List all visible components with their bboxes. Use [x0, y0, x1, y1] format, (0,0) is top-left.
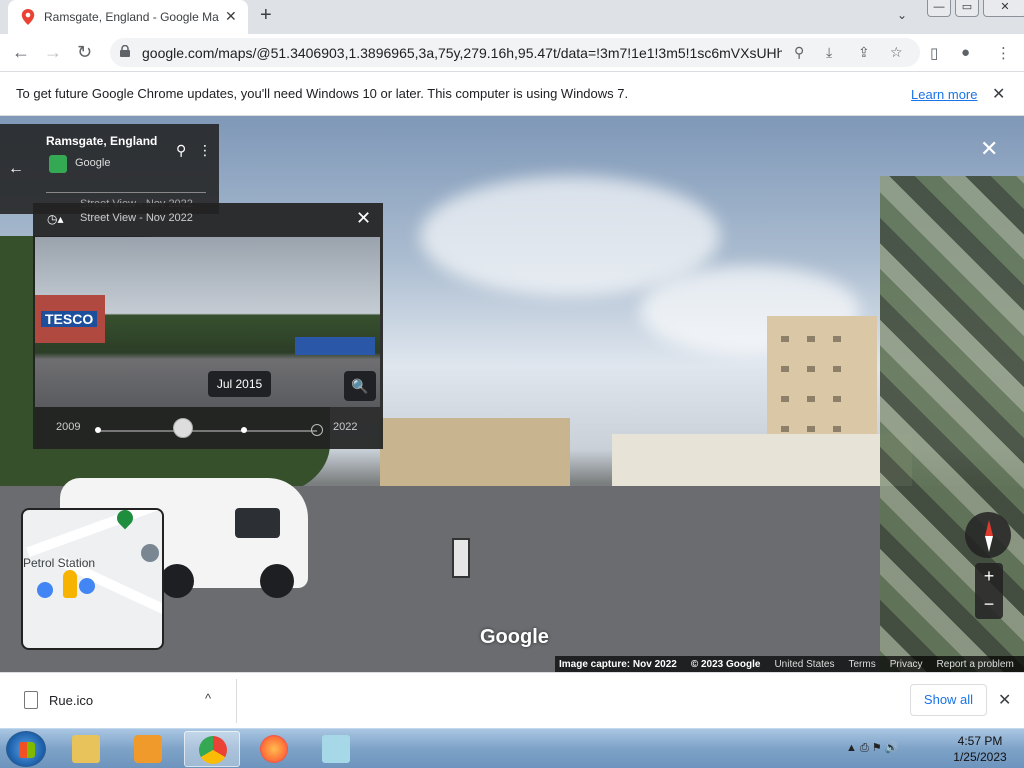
google-logo: Google	[480, 626, 549, 648]
privacy-link[interactable]: Privacy	[890, 659, 923, 670]
lock-icon	[120, 45, 130, 57]
address-bar[interactable]: google.com/maps/@51.3406903,1.3896965,3a…	[110, 38, 920, 67]
tab-title: Ramsgate, England - Google Ma	[44, 10, 219, 24]
clock-date: 1/25/2023	[953, 750, 1007, 764]
download-filename[interactable]: Rue.ico	[49, 693, 93, 708]
notepad-icon	[322, 735, 350, 763]
image-capture-date: Image capture: Nov 2022	[559, 658, 677, 670]
minimap[interactable]: Petrol Station	[21, 508, 164, 650]
google-maps-icon	[49, 155, 67, 173]
install-icon[interactable]: ⤓	[826, 44, 832, 61]
side-panel-icon[interactable]: ▯	[930, 44, 938, 62]
start-button[interactable]	[6, 731, 46, 767]
slider-end-marker[interactable]	[311, 424, 323, 436]
zoom-control: + −	[975, 563, 1003, 619]
taskbar: ▲ ⎙ ⚑ 🔊 4:57 PM 1/25/2023	[0, 728, 1024, 768]
new-tab-button[interactable]: +	[260, 4, 272, 27]
history-icon[interactable]: ◷▴	[47, 212, 64, 226]
show-all-button[interactable]: Show all	[910, 684, 987, 716]
star-icon[interactable]: ☆	[890, 44, 903, 61]
slider-knob[interactable]	[173, 418, 193, 438]
firefox-icon	[260, 735, 288, 763]
learn-more-link[interactable]: Learn more	[911, 87, 977, 102]
street-view-close-icon[interactable]: ✕	[980, 136, 998, 162]
year-end: 2022	[333, 421, 358, 433]
google-maps-icon	[21, 9, 35, 25]
close-window-button[interactable]: ✕	[983, 0, 1024, 17]
firefox-taskbar-button[interactable]	[246, 731, 302, 767]
clock-time: 4:57 PM	[957, 734, 1003, 748]
tab-strip: Ramsgate, England - Google Ma ✕ + ⌄ — ▭ …	[0, 0, 1024, 34]
provider-name: Google	[75, 157, 111, 169]
bollard	[452, 538, 470, 578]
window-controls: — ▭ ✕	[927, 0, 1024, 18]
chrome-taskbar-button[interactable]	[184, 731, 240, 767]
tab-search-icon[interactable]: ⌄	[897, 8, 907, 22]
notepad-taskbar-button[interactable]	[308, 731, 364, 767]
forward-arrow-icon[interactable]: →	[44, 42, 62, 63]
media-player-taskbar-button[interactable]	[120, 731, 176, 767]
zoom-out-button[interactable]: −	[975, 591, 1003, 619]
folder-icon	[72, 735, 100, 763]
minimize-button[interactable]: —	[927, 0, 951, 17]
place-card: ← Ramsgate, England Google ⚲ ⋮ Street Vi…	[0, 124, 219, 214]
pegman-icon[interactable]	[63, 570, 77, 598]
compass-icon[interactable]	[965, 512, 1011, 558]
file-icon	[24, 691, 38, 709]
download-bar: Rue.ico ^ Show all ✕	[0, 672, 1024, 728]
zoom-in-button[interactable]: +	[975, 563, 1003, 591]
time-travel-panel: ◷▴ Street View - Nov 2022 ✕ TESCO Jul 20…	[33, 203, 383, 449]
shopping-icon	[37, 582, 53, 598]
download-bar-close-icon[interactable]: ✕	[998, 690, 1011, 710]
pin-icon[interactable]: ⚲	[176, 142, 186, 159]
tab-close-icon[interactable]: ✕	[225, 8, 237, 25]
maximize-button[interactable]: ▭	[955, 0, 979, 17]
media-player-icon	[134, 735, 162, 763]
url-text[interactable]: google.com/maps/@51.3406903,1.3896965,3a…	[142, 45, 782, 61]
time-panel-close-icon[interactable]: ✕	[356, 208, 371, 229]
country-link[interactable]: United States	[774, 659, 834, 670]
fuel-icon	[79, 578, 95, 594]
zoom-in-icon[interactable]: 🔍	[344, 371, 376, 401]
street-view-panorama[interactable]: ✕ Google Image capture: Nov 2022 © 2023 …	[0, 116, 1024, 672]
system-tray-icons[interactable]: ▲ ⎙ ⚑ 🔊	[846, 741, 898, 755]
minimap-label: Petrol Station	[23, 556, 96, 570]
profile-icon[interactable]: ●	[961, 44, 970, 61]
update-infobar: To get future Google Chrome updates, you…	[0, 71, 1024, 116]
infobar-close-icon[interactable]: ✕	[992, 84, 1005, 104]
place-name: Ramsgate, England	[46, 134, 158, 148]
report-problem-link[interactable]: Report a problem	[937, 659, 1014, 670]
more-options-icon[interactable]: ⋮	[198, 142, 212, 159]
copyright: © 2023 Google	[690, 658, 761, 670]
terms-link[interactable]: Terms	[849, 659, 876, 670]
street-view-footer: Image capture: Nov 2022 © 2023 Google Un…	[555, 656, 1024, 672]
chevron-up-icon[interactable]: ^	[205, 691, 211, 706]
reload-icon[interactable]: ↻	[77, 42, 92, 63]
time-slider[interactable]: 2009 2022	[33, 413, 383, 443]
blue-sign	[295, 337, 375, 355]
school-icon	[141, 544, 159, 562]
infobar-message: To get future Google Chrome updates, you…	[16, 86, 629, 101]
share-icon[interactable]: ⇪	[858, 44, 870, 61]
browser-toolbar: ← → ↻ google.com/maps/@51.3406903,1.3896…	[0, 34, 1024, 71]
back-arrow-icon[interactable]: ←	[12, 42, 30, 63]
chrome-icon	[199, 736, 227, 764]
date-tooltip: Jul 2015	[208, 371, 271, 397]
search-icon[interactable]: ⚲	[794, 44, 804, 61]
year-start: 2009	[56, 421, 81, 433]
clock[interactable]: 4:57 PM 1/25/2023	[940, 733, 1020, 765]
store-sign: TESCO	[41, 311, 98, 327]
explorer-taskbar-button[interactable]	[58, 731, 114, 767]
time-panel-header: Street View - Nov 2022	[80, 212, 193, 224]
tab-google-maps[interactable]: Ramsgate, England - Google Ma ✕	[8, 0, 248, 34]
back-arrow-icon[interactable]: ←	[8, 160, 24, 178]
building	[380, 418, 570, 490]
menu-dots-icon[interactable]: ⋮	[996, 44, 1011, 62]
